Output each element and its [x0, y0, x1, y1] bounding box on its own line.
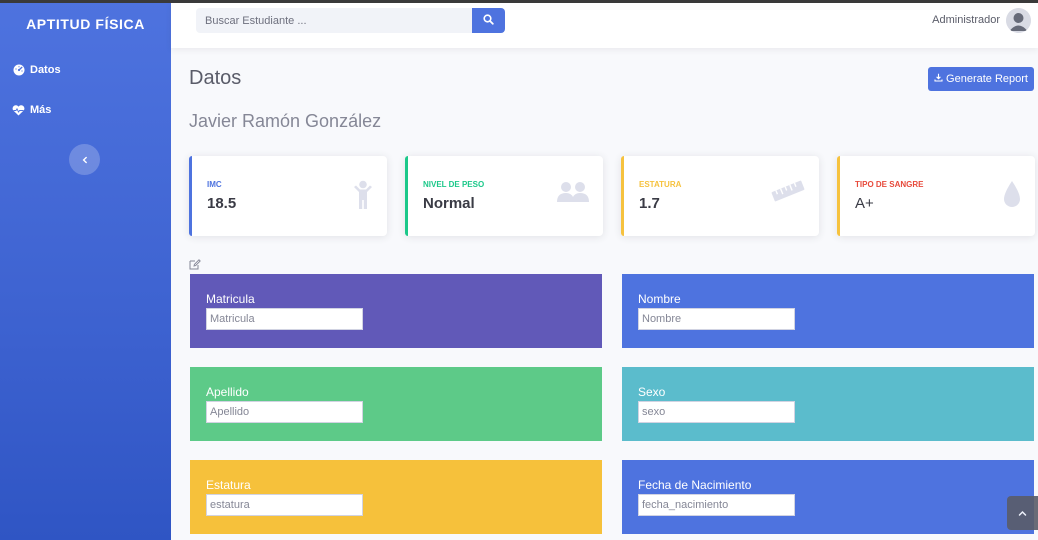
sidebar-brand[interactable]: APTITUD FÍSICA — [0, 0, 171, 44]
scroll-to-top-button[interactable] — [1007, 496, 1038, 530]
sexo-input[interactable] — [638, 401, 795, 423]
tint-icon — [1003, 180, 1021, 213]
card-accent-bar — [189, 156, 192, 236]
chevron-up-icon — [1018, 504, 1027, 522]
field-panel-apellido: Apellido — [190, 367, 602, 441]
tachometer-icon — [12, 64, 25, 77]
card-value: 18.5 — [207, 195, 237, 212]
topbar: Administrador — [171, 3, 1038, 48]
field-label: Matricula — [206, 292, 255, 306]
card-accent-bar — [837, 156, 840, 236]
field-panel-matricula: Matricula — [190, 274, 602, 348]
stat-card-tipo-sangre: Tipo de Sangre A+ — [837, 156, 1035, 236]
sidebar: APTITUD FÍSICA Datos Más — [0, 0, 171, 540]
nombre-input[interactable] — [638, 308, 795, 330]
field-panel-estatura: Estatura — [190, 460, 602, 534]
card-label: Nivel de Peso — [423, 180, 485, 189]
field-label: Nombre — [638, 292, 681, 306]
search-icon — [483, 12, 494, 30]
field-label: Apellido — [206, 385, 249, 399]
download-icon — [934, 73, 943, 85]
sidebar-item-mas[interactable]: Más — [0, 100, 63, 120]
card-label: Tipo de Sangre — [855, 180, 924, 189]
card-label: IMC — [207, 180, 222, 189]
stat-card-imc: IMC 18.5 — [189, 156, 387, 236]
ruler-icon — [771, 180, 805, 207]
matricula-input[interactable] — [206, 308, 363, 330]
student-name: Javier Ramón González — [189, 111, 382, 131]
sidebar-item-datos[interactable]: Datos — [0, 60, 73, 80]
stat-card-nivel-peso: Nivel de Peso Normal — [405, 156, 603, 236]
users-icon — [557, 180, 589, 209]
avatar[interactable] — [1006, 8, 1031, 33]
field-panel-sexo: Sexo — [622, 367, 1034, 441]
field-label: Fecha de Nacimiento — [638, 478, 752, 492]
field-panel-nombre: Nombre — [622, 274, 1034, 348]
sidebar-item-label: Más — [30, 104, 52, 116]
user-name[interactable]: Administrador — [932, 14, 1000, 26]
apellido-input[interactable] — [206, 401, 363, 423]
generate-report-button[interactable]: Generate Report — [928, 67, 1034, 91]
child-icon — [353, 180, 373, 215]
search-button[interactable] — [472, 8, 505, 33]
card-accent-bar — [621, 156, 624, 236]
card-label: Estatura — [639, 180, 682, 189]
sidebar-item-label: Datos — [30, 64, 61, 76]
page-title: Datos — [189, 67, 242, 89]
chevron-left-icon — [81, 151, 89, 169]
window-top-border — [0, 0, 1038, 3]
fecha-nacimiento-input[interactable] — [638, 494, 795, 516]
stat-card-estatura: Estatura 1.7 — [621, 156, 819, 236]
field-label: Sexo — [638, 385, 666, 399]
heartbeat-icon — [12, 104, 25, 117]
field-label: Estatura — [206, 478, 251, 492]
generate-report-label: Generate Report — [946, 73, 1028, 85]
card-accent-bar — [405, 156, 408, 236]
card-value: Normal — [423, 195, 475, 212]
search-input[interactable] — [196, 8, 472, 33]
sidebar-toggle-button[interactable] — [69, 144, 100, 175]
estatura-input[interactable] — [206, 494, 363, 516]
field-panel-fecha-nacimiento: Fecha de Nacimiento — [622, 460, 1034, 534]
edit-icon[interactable] — [189, 257, 201, 275]
card-value: 1.7 — [639, 195, 660, 212]
card-value: A+ — [855, 195, 874, 212]
